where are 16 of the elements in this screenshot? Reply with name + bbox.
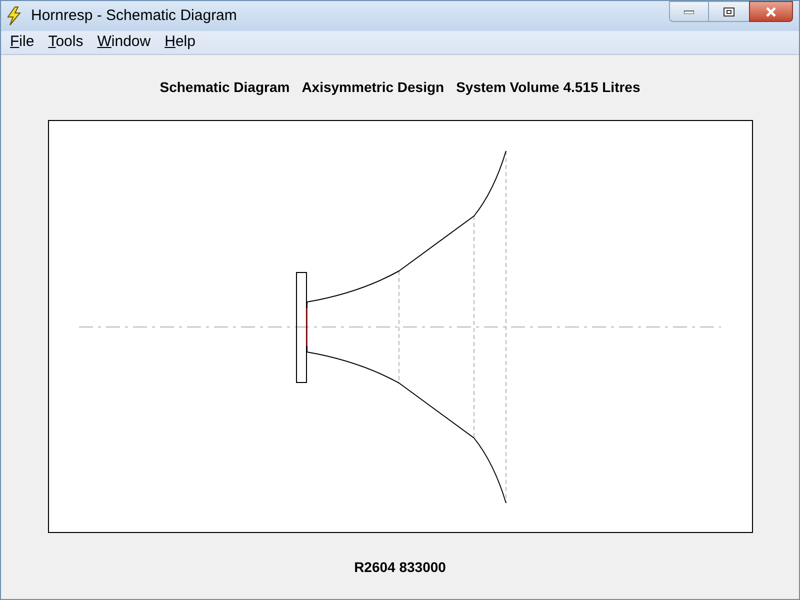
menu-item[interactable]: Help	[164, 31, 196, 54]
lightning-icon	[5, 6, 23, 26]
menu-item[interactable]: File	[10, 31, 34, 54]
heading-text: Schematic Diagram	[160, 78, 290, 97]
minimize-button[interactable]	[669, 1, 709, 22]
window-title: Hornresp - Schematic Diagram	[31, 6, 237, 26]
heading-text: System Volume 4.515 Litres	[456, 78, 640, 97]
close-button[interactable]	[749, 1, 793, 22]
close-icon	[765, 6, 777, 16]
menu-item[interactable]: Window	[97, 31, 151, 54]
minimize-icon	[684, 10, 694, 14]
model-code-text: R2604 833000	[354, 558, 446, 577]
menu-item[interactable]: Tools	[48, 31, 84, 54]
heading-text: Axisymmetric Design	[302, 78, 444, 97]
maximize-icon	[723, 6, 735, 16]
maximize-button[interactable]	[709, 1, 749, 22]
